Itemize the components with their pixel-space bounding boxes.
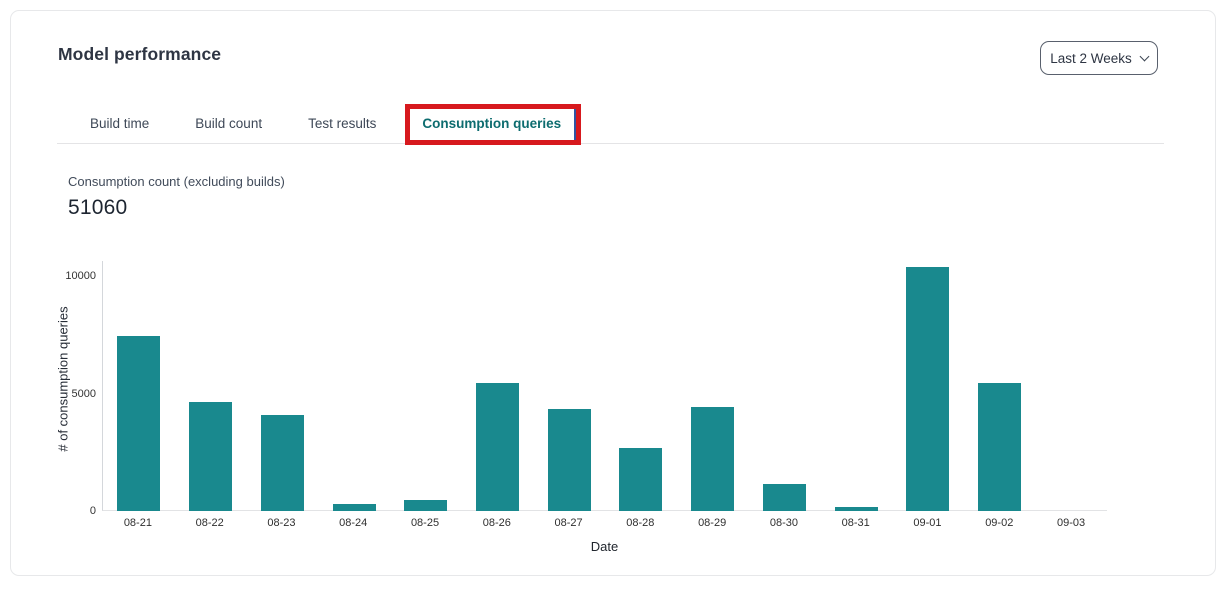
- bar-slot: [390, 500, 462, 511]
- x-tick-08-26: 08-26: [461, 517, 533, 529]
- date-range-value: Last 2 Weeks: [1050, 51, 1132, 66]
- bar-slot: [103, 336, 175, 511]
- date-range-dropdown[interactable]: Last 2 Weeks: [1040, 41, 1158, 75]
- x-axis-label: Date: [102, 539, 1107, 554]
- bar-slot: [462, 383, 534, 511]
- page-title: Model performance: [58, 44, 221, 65]
- bar-08-31[interactable]: [835, 507, 878, 512]
- x-tick-08-28: 08-28: [604, 517, 676, 529]
- bar-08-27[interactable]: [548, 409, 591, 511]
- x-tick-08-30: 08-30: [748, 517, 820, 529]
- bar-08-26[interactable]: [476, 383, 519, 511]
- bar-slot: [533, 409, 605, 511]
- tab-build-count[interactable]: Build count: [172, 104, 285, 143]
- tab-test-results[interactable]: Test results: [285, 104, 399, 143]
- bar-08-23[interactable]: [261, 415, 304, 511]
- x-tick-08-21: 08-21: [102, 517, 174, 529]
- x-tick-08-29: 08-29: [676, 517, 748, 529]
- x-tick-08-31: 08-31: [820, 517, 892, 529]
- tab-bar: Build timeBuild countTest resultsConsump…: [57, 104, 1164, 144]
- bar-slot: [892, 267, 964, 511]
- bar-08-24[interactable]: [333, 504, 376, 511]
- bar-slot: [318, 504, 390, 511]
- bar-slot: [246, 415, 318, 511]
- bar-slot: [820, 507, 892, 512]
- x-tick-09-02: 09-02: [963, 517, 1035, 529]
- x-tick-08-23: 08-23: [246, 517, 318, 529]
- metric-value: 51060: [68, 196, 127, 220]
- bar-09-02[interactable]: [978, 383, 1021, 512]
- metric-label: Consumption count (excluding builds): [68, 174, 285, 189]
- x-tick-09-03: 09-03: [1035, 517, 1107, 529]
- y-axis-label: # of consumption queries: [56, 306, 71, 451]
- bar-slot: [677, 407, 749, 511]
- bar-slot: [748, 484, 820, 511]
- bar-09-01[interactable]: [906, 267, 949, 511]
- bar-08-30[interactable]: [763, 484, 806, 511]
- x-tick-09-01: 09-01: [892, 517, 964, 529]
- bar-08-25[interactable]: [404, 500, 447, 511]
- y-tick-5000: 5000: [11, 388, 96, 400]
- bar-08-21[interactable]: [117, 336, 160, 511]
- bar-slot: [175, 402, 247, 512]
- tab-build-time[interactable]: Build time: [67, 104, 172, 143]
- x-tick-08-27: 08-27: [533, 517, 605, 529]
- model-performance-card: Model performance Last 2 Weeks Build tim…: [10, 10, 1216, 576]
- x-tick-08-24: 08-24: [317, 517, 389, 529]
- bar-08-28[interactable]: [619, 448, 662, 511]
- consumption-bar-chart: # of consumption queries 0 5000 10000 08-2…: [11, 261, 1217, 561]
- plot-area: [102, 261, 1107, 511]
- y-tick-0: 0: [11, 505, 96, 517]
- chevron-down-icon: [1139, 51, 1149, 61]
- x-tick-08-22: 08-22: [174, 517, 246, 529]
- bar-slot: [964, 383, 1036, 512]
- bar-08-22[interactable]: [189, 402, 232, 512]
- y-tick-10000: 10000: [11, 270, 96, 282]
- bar-slot: [605, 448, 677, 511]
- tab-consumption-queries[interactable]: Consumption queries: [399, 104, 584, 143]
- bar-08-29[interactable]: [691, 407, 734, 511]
- x-tick-08-25: 08-25: [389, 517, 461, 529]
